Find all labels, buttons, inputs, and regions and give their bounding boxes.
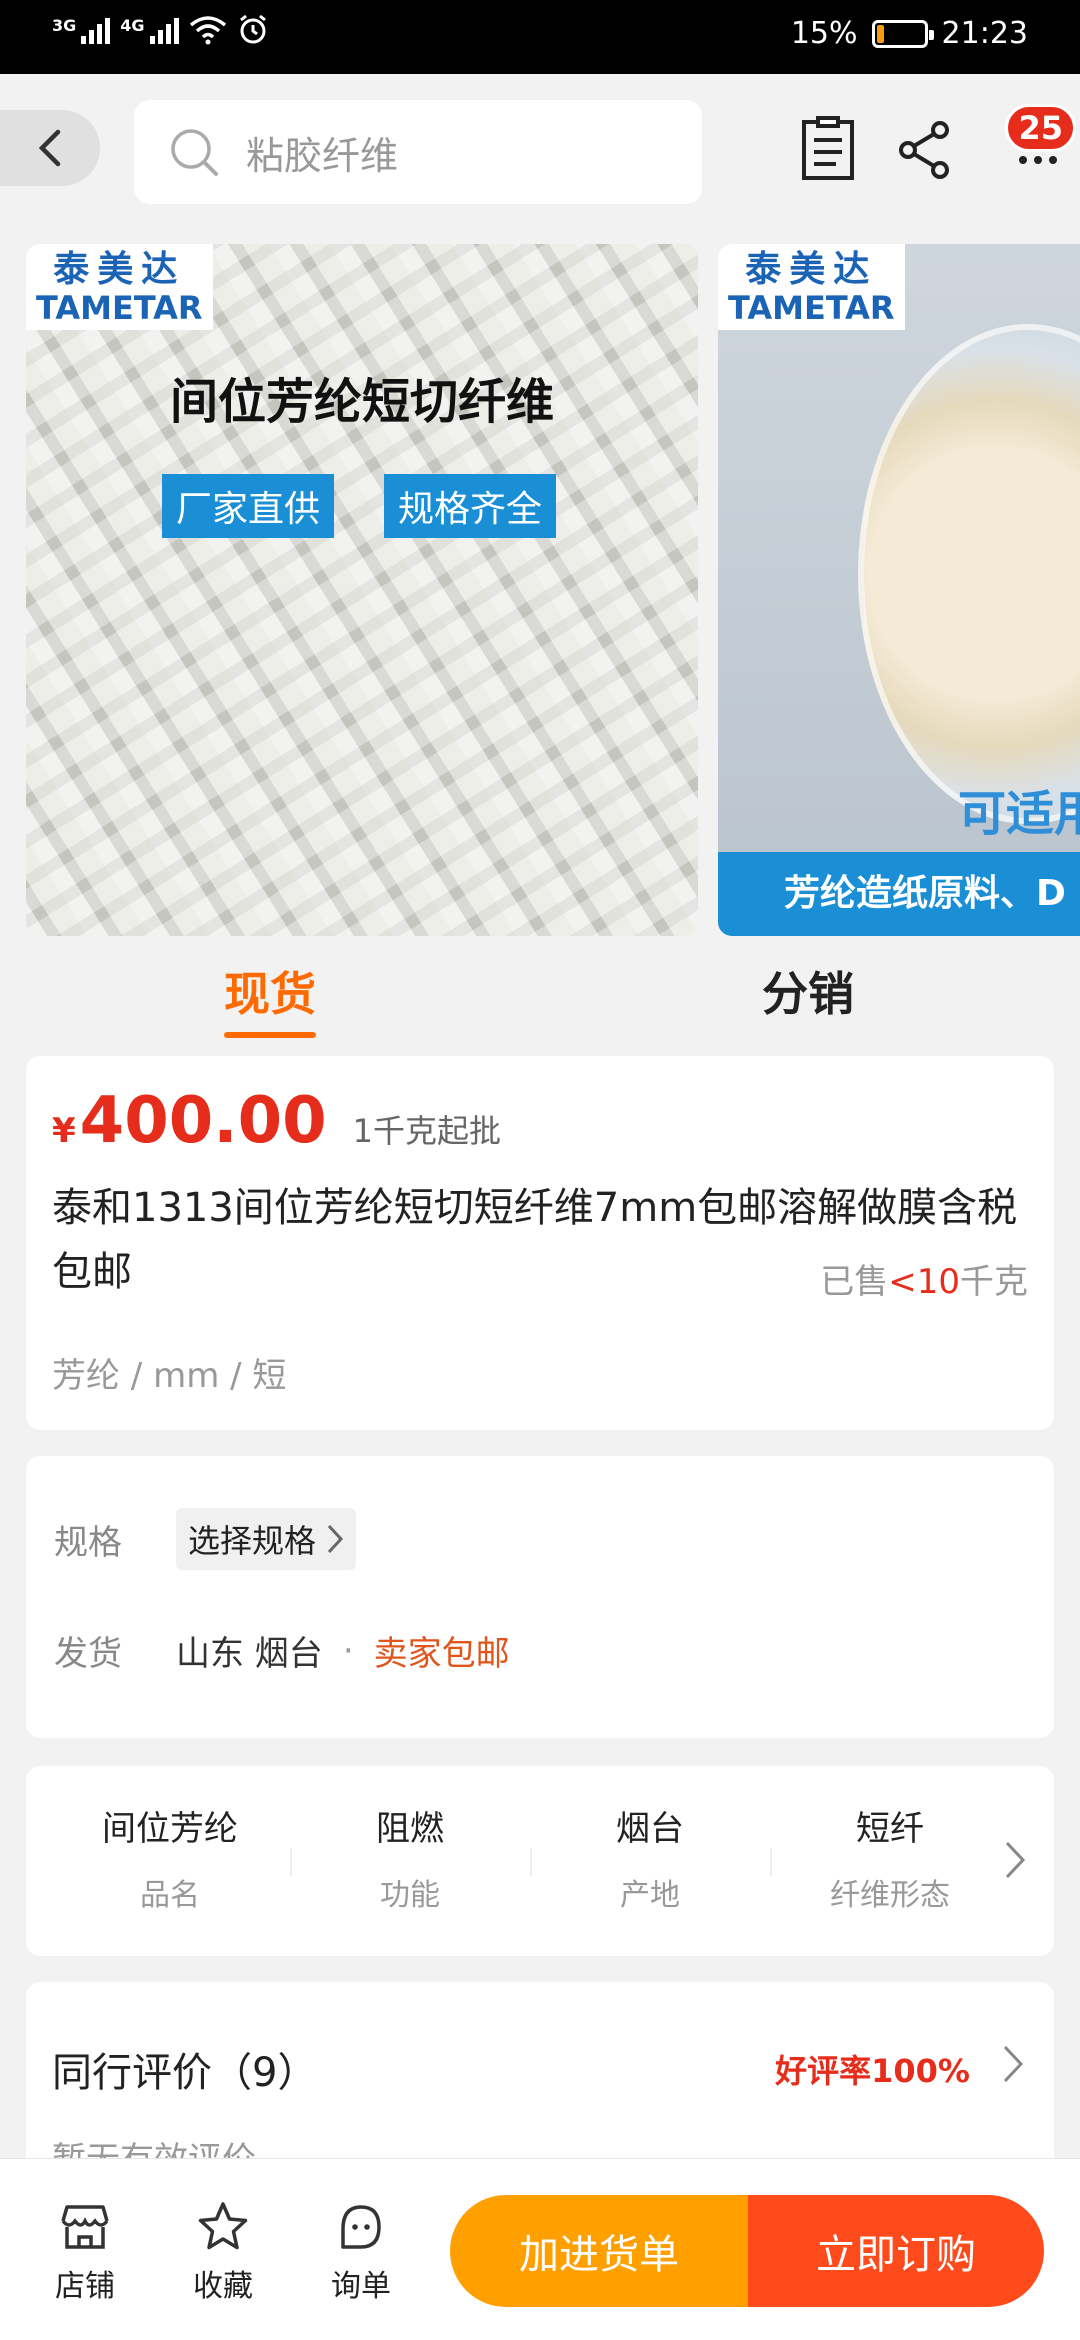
chevron-right-icon <box>1003 2045 1024 2083</box>
message-count-badge: 25 <box>1005 104 1076 152</box>
star-icon <box>198 2202 248 2250</box>
brand-logo: 泰美达 TAMETAR <box>26 244 213 330</box>
select-spec-label: 选择规格 <box>188 1522 317 1560</box>
price-value: 400.00 <box>79 1084 327 1158</box>
min-order-quantity: 1千克起批 <box>352 1112 502 1150</box>
share-icon <box>899 121 949 179</box>
property-item: 阻燃 功能 <box>290 1806 530 1914</box>
positive-rate: 好评率100% <box>775 2052 970 2090</box>
sold-unit: 千克 <box>960 1262 1028 1302</box>
add-to-cart-button[interactable]: 加进货单 <box>450 2195 748 2307</box>
back-button[interactable] <box>0 110 100 186</box>
alarm-icon <box>239 14 266 44</box>
back-icon <box>38 129 61 167</box>
property-key: 品名 <box>140 1878 200 1913</box>
store-label: 店铺 <box>55 2269 115 2304</box>
shipping-label: 发货 <box>54 1634 122 1674</box>
status-left: 3G 4G <box>52 14 269 46</box>
brand-en-2: TAMETAR <box>728 289 895 327</box>
sold-value: <10 <box>888 1262 960 1302</box>
top-bar: 粘胶纤维 25 <box>0 74 1080 244</box>
free-shipping-label: 卖家包邮 <box>373 1634 510 1674</box>
store-icon <box>61 2205 109 2249</box>
chat-icon <box>341 2205 381 2249</box>
spec-label: 规格 <box>54 1522 122 1563</box>
inquiry-label: 询单 <box>331 2269 391 2304</box>
property-value: 烟台 <box>616 1809 684 1849</box>
share-button[interactable] <box>886 110 966 190</box>
brand-en: TAMETAR <box>36 289 203 327</box>
slide2-band: 芳纶造纸原料、D <box>718 852 1080 936</box>
slide-title: 间位芳纶短切纤维 <box>169 374 554 430</box>
properties-card[interactable]: 间位芳纶 品名 阻燃 功能 烟台 产地 短纤 纤维形态 <box>26 1766 1054 1956</box>
brand-logo-2: 泰美达 TAMETAR <box>718 244 905 330</box>
list-icon <box>802 116 854 180</box>
brand-cn-2: 泰美达 <box>745 249 878 290</box>
shipping-location: 山东 烟台 <box>176 1634 323 1674</box>
status-right: 15% 21:23 <box>791 16 1028 51</box>
battery-percent: 15% <box>790 16 858 51</box>
battery-fill <box>876 24 884 43</box>
separator-dot: · <box>342 1630 354 1671</box>
sold-count: 已售<10千克 <box>820 1254 1028 1303</box>
price-card: ¥ 400.00 1千克起批 泰和1313间位芳纶短切短纤维7mm包邮溶解做膜含… <box>26 1056 1054 1430</box>
network-type-2: 4G <box>120 16 145 35</box>
search-input[interactable]: 粘胶纤维 <box>134 100 702 204</box>
chevron-right-icon[interactable] <box>1004 1840 1026 1880</box>
slide2-label: 可适用 <box>958 786 1080 842</box>
favorite-label: 收藏 <box>193 2269 253 2304</box>
price-row: ¥ 400.00 1千克起批 <box>52 1084 501 1158</box>
store-button[interactable]: 店铺 <box>40 2199 130 2305</box>
network-type-1: 3G <box>52 16 77 35</box>
product-attributes: 芳纶 / mm / 短 <box>52 1356 287 1396</box>
shipping-row: 发货 山东 烟台 · 卖家包邮 <box>54 1626 510 1675</box>
clock: 21:23 <box>941 16 1028 51</box>
inquiry-button[interactable]: 询单 <box>316 2199 406 2305</box>
sold-prefix: 已售 <box>820 1262 889 1302</box>
chevron-right-icon <box>327 1524 344 1554</box>
image-carousel[interactable]: 泰美达 TAMETAR 间位芳纶短切纤维 厂家直供 规格齐全 泰美达 TAMET… <box>0 244 1080 938</box>
search-placeholder: 粘胶纤维 <box>246 133 399 178</box>
spec-card: 规格 选择规格 发货 山东 烟台 · 卖家包邮 <box>26 1456 1054 1738</box>
search-icon <box>171 129 218 176</box>
signal-3g-icon: 3G <box>52 16 111 44</box>
purchase-tabs: 现货 分销 <box>0 938 1080 1050</box>
review-title: 同行评价（9） <box>52 2050 318 2096</box>
property-key: 功能 <box>380 1878 440 1913</box>
spec-row: 规格 选择规格 <box>54 1508 357 1570</box>
property-item: 间位芳纶 品名 <box>50 1806 290 1914</box>
property-value: 短纤 <box>856 1809 924 1849</box>
slide-tag-2: 规格齐全 <box>384 474 557 538</box>
buy-now-button[interactable]: 立即订购 <box>748 2195 1044 2307</box>
property-key: 纤维形态 <box>830 1878 950 1913</box>
status-bar: 3G 4G 15% 21:23 <box>0 0 1080 74</box>
property-value: 阻燃 <box>376 1809 444 1849</box>
wifi-icon <box>189 16 226 45</box>
select-spec-button[interactable]: 选择规格 <box>176 1508 357 1570</box>
bottom-action-bar: 店铺 收藏 询单 加进货单 立即订购 <box>0 2158 1080 2340</box>
brand-cn: 泰美达 <box>53 249 186 290</box>
property-key: 产地 <box>620 1878 680 1913</box>
product-image-1[interactable]: 泰美达 TAMETAR 间位芳纶短切纤维 厂家直供 规格齐全 <box>26 244 698 936</box>
more-icon <box>1019 156 1057 164</box>
signal-4g-icon: 4G <box>120 16 179 44</box>
currency-symbol: ¥ <box>52 1111 76 1151</box>
favorite-button[interactable]: 收藏 <box>178 2199 268 2305</box>
property-item: 烟台 产地 <box>530 1806 770 1914</box>
list-button[interactable] <box>788 110 868 190</box>
tab-distribution[interactable]: 分销 <box>762 958 854 1024</box>
property-value: 间位芳纶 <box>102 1809 238 1849</box>
product-image-2[interactable]: 泰美达 TAMETAR 可适用 芳纶造纸原料、D <box>718 244 1080 936</box>
tab-spot[interactable]: 现货 <box>224 958 316 1038</box>
battery-icon <box>871 19 934 48</box>
slide-tag-1: 厂家直供 <box>162 474 335 538</box>
property-item: 短纤 纤维形态 <box>770 1806 1010 1914</box>
petri-dish-image <box>858 324 1080 824</box>
